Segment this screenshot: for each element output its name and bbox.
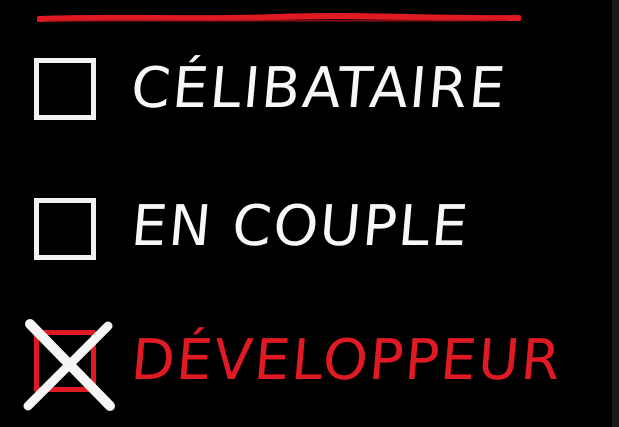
option-developpeur[interactable]: DÉVELOPPEUR bbox=[0, 310, 610, 420]
chalkboard: CÉLIBATAIRE EN COUPLE DÉVELOPPEUR bbox=[0, 0, 619, 427]
option-en-couple[interactable]: EN COUPLE bbox=[0, 176, 610, 286]
option-celibataire[interactable]: CÉLIBATAIRE bbox=[0, 40, 610, 150]
board-edge bbox=[612, 0, 619, 427]
check-cross-icon bbox=[23, 319, 115, 411]
option-label: EN COUPLE bbox=[128, 194, 473, 259]
top-red-underline bbox=[37, 13, 521, 22]
checkbox-empty[interactable] bbox=[34, 198, 96, 260]
option-label: CÉLIBATAIRE bbox=[128, 56, 511, 121]
option-label: DÉVELOPPEUR bbox=[128, 328, 566, 393]
checkbox-empty[interactable] bbox=[34, 58, 96, 120]
